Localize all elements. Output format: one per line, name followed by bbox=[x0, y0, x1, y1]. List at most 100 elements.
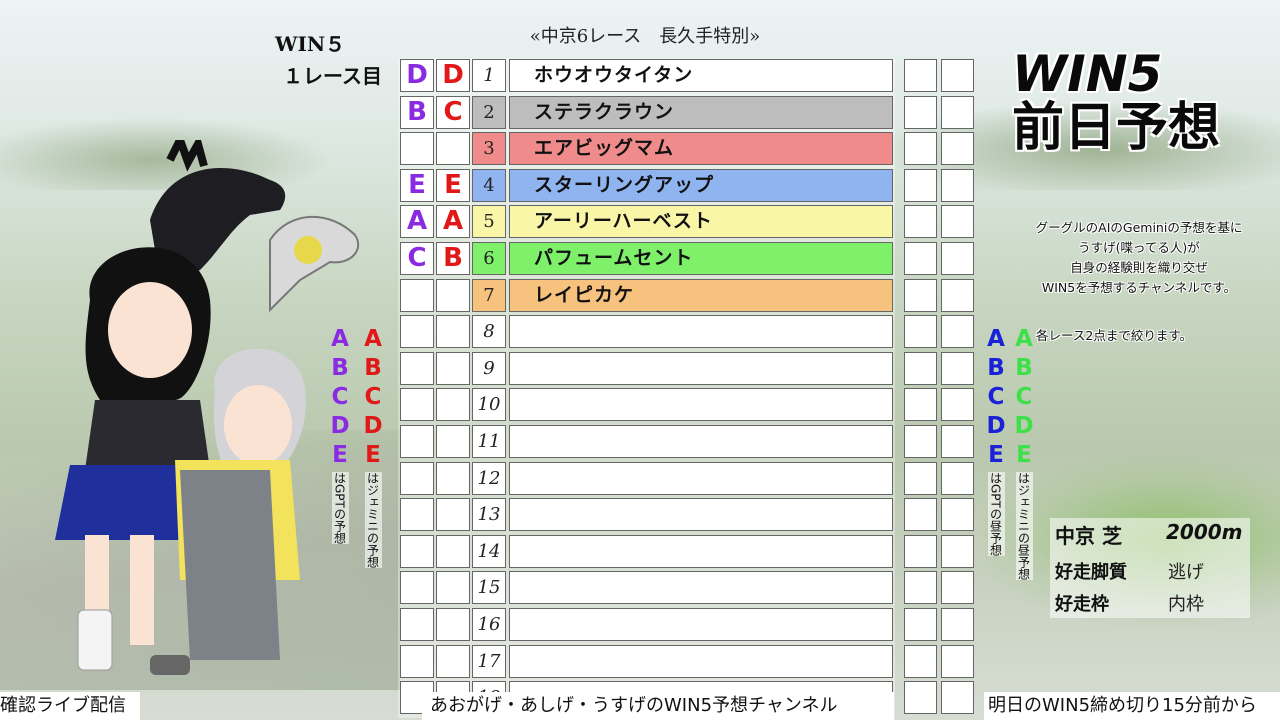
legend-gpt-letter: E bbox=[332, 442, 348, 468]
gemini-pick-cell bbox=[436, 498, 470, 532]
horse-name-cell: ステラクラウン bbox=[509, 95, 893, 129]
horse-name-cell bbox=[509, 425, 893, 458]
gpt-daytime-pick-cell bbox=[904, 608, 937, 641]
horse-table: D D 1 ホウオウタイタン B C 2 ステラクラウン 3 エアビッグマム E E 4 スターリングアッ… bbox=[398, 58, 895, 718]
gemini-pick-cell bbox=[436, 461, 470, 495]
legend-gpt-day-letter: B bbox=[987, 355, 1005, 381]
horse-number: 11 bbox=[477, 431, 501, 452]
gemini-daytime-pick-cell bbox=[941, 278, 974, 312]
horse-number-cell: 3 bbox=[472, 132, 506, 166]
table-row: 16 bbox=[398, 607, 895, 642]
gemini-pick-cell bbox=[436, 278, 470, 312]
legend-gemini-daytime: A B C D E はジェミニの昼予想 bbox=[1010, 325, 1038, 580]
table-row: C B 6 パフュームセント bbox=[398, 241, 895, 276]
horse-number-cell: 6 bbox=[472, 242, 506, 275]
legend-gpt-letter: C bbox=[331, 384, 349, 410]
horse-name: ホウオウタイタン bbox=[534, 64, 694, 86]
gpt-pick-cell bbox=[400, 425, 434, 458]
table-row: E E 4 スターリングアップ bbox=[398, 168, 895, 203]
gemini-daytime-pick-cell bbox=[941, 351, 974, 385]
horse-number: 7 bbox=[483, 284, 495, 306]
description-note: 各レース2点まで絞ります。 bbox=[1036, 328, 1193, 343]
legend-gpt-day-letter: D bbox=[986, 413, 1006, 439]
legend-gpt: A B C D E はGPTの予想 bbox=[325, 325, 355, 544]
race-index-label: １レース目 bbox=[283, 64, 382, 88]
horse-number-cell: 9 bbox=[472, 351, 506, 385]
gpt-pick-cell: D bbox=[400, 59, 434, 92]
gemini-daytime-pick-cell bbox=[941, 168, 974, 202]
horse-number-cell: 10 bbox=[472, 388, 506, 422]
horse-number: 1 bbox=[483, 65, 495, 86]
table-row: 13 bbox=[398, 497, 895, 532]
legend-gemini-day-letter: E bbox=[1016, 442, 1032, 468]
gpt-pick-mark: C bbox=[407, 243, 427, 273]
gpt-daytime-pick-cell bbox=[904, 425, 937, 458]
gemini-daytime-pick-cell bbox=[941, 644, 974, 678]
gemini-daytime-pick-cell bbox=[941, 498, 974, 532]
gpt-pick-cell bbox=[400, 132, 434, 166]
gemini-pick-mark: C bbox=[443, 96, 463, 127]
horse-name-cell bbox=[509, 315, 893, 349]
horse-number: 5 bbox=[483, 211, 495, 233]
horse-name: スターリングアップ bbox=[534, 173, 715, 196]
gpt-daytime-pick-cell bbox=[904, 132, 937, 166]
horse-name: レイピカケ bbox=[534, 283, 635, 306]
horse-number-cell: 7 bbox=[472, 278, 506, 312]
horse-number-cell: 15 bbox=[472, 571, 506, 605]
gemini-daytime-pick-cell bbox=[941, 315, 974, 349]
gemini-daytime-pick-cell bbox=[941, 205, 974, 239]
table-row: 7 レイピカケ bbox=[398, 278, 895, 313]
gpt-pick-cell bbox=[400, 498, 434, 532]
horse-number: 10 bbox=[477, 394, 501, 416]
horse-number: 16 bbox=[477, 614, 501, 635]
horse-number-cell: 5 bbox=[472, 205, 506, 239]
description-line: WIN5を予想するチャンネルです。 bbox=[1041, 280, 1237, 295]
horse-number-cell: 1 bbox=[472, 59, 506, 92]
gemini-daytime-pick-cell bbox=[941, 608, 974, 641]
gpt-daytime-pick-cell bbox=[904, 278, 937, 312]
gemini-pick-cell: E bbox=[436, 168, 470, 202]
horse-number-cell: 13 bbox=[472, 498, 506, 532]
horse-number-cell: 14 bbox=[472, 534, 506, 568]
horse-number: 2 bbox=[483, 101, 495, 123]
gpt-pick-cell bbox=[400, 351, 434, 385]
gpt-daytime-pick-cell bbox=[904, 644, 937, 678]
legend-gemini-letter: A bbox=[364, 326, 382, 352]
legend-gemini-note: はジェミニの予想 bbox=[364, 472, 382, 568]
gpt-pick-cell bbox=[400, 644, 434, 678]
legend-gemini-letter: E bbox=[365, 442, 381, 468]
table-row: 8 bbox=[398, 314, 895, 349]
gemini-pick-mark: B bbox=[443, 243, 463, 273]
horse-number-cell: 17 bbox=[472, 644, 506, 678]
horse-name-cell: アーリーハーベスト bbox=[509, 205, 893, 239]
gpt-pick-cell bbox=[400, 315, 434, 349]
horse-number: 15 bbox=[477, 577, 501, 599]
horse-number: 9 bbox=[483, 357, 495, 379]
legend-gemini-letter: B bbox=[364, 355, 382, 381]
brand-subtitle: 前日予想 bbox=[1012, 98, 1221, 158]
horse-number-cell: 11 bbox=[472, 425, 506, 458]
race-title: «中京6レース 長久手特別» bbox=[529, 26, 761, 47]
gpt-pick-cell bbox=[400, 534, 434, 568]
table-row: 17 bbox=[398, 644, 895, 679]
gpt-daytime-pick-cell bbox=[904, 388, 937, 422]
horse-name: パフュームセント bbox=[534, 247, 694, 269]
horse-name-cell: スターリングアップ bbox=[509, 168, 893, 202]
running-style-value: 逃げ bbox=[1168, 562, 1204, 583]
gemini-daytime-pick-cell bbox=[941, 242, 974, 275]
gemini-pick-mark: E bbox=[444, 169, 462, 200]
gpt-pick-cell: B bbox=[400, 95, 434, 129]
gemini-pick-cell bbox=[436, 388, 470, 422]
win5-label: WIN５ bbox=[275, 32, 346, 56]
legend-gemini-day-letter: C bbox=[1015, 384, 1033, 410]
gpt-pick-cell bbox=[400, 608, 434, 641]
gemini-pick-cell bbox=[436, 132, 470, 166]
table-row: 10 bbox=[398, 387, 895, 422]
gemini-daytime-pick-cell bbox=[941, 681, 974, 715]
gpt-daytime-pick-cell bbox=[904, 315, 937, 349]
gpt-pick-mark: B bbox=[407, 96, 427, 127]
gpt-daytime-pick-cell bbox=[904, 351, 937, 385]
horse-number: 8 bbox=[483, 321, 495, 343]
horse-name-cell bbox=[509, 534, 893, 568]
gpt-pick-mark: A bbox=[406, 206, 428, 237]
